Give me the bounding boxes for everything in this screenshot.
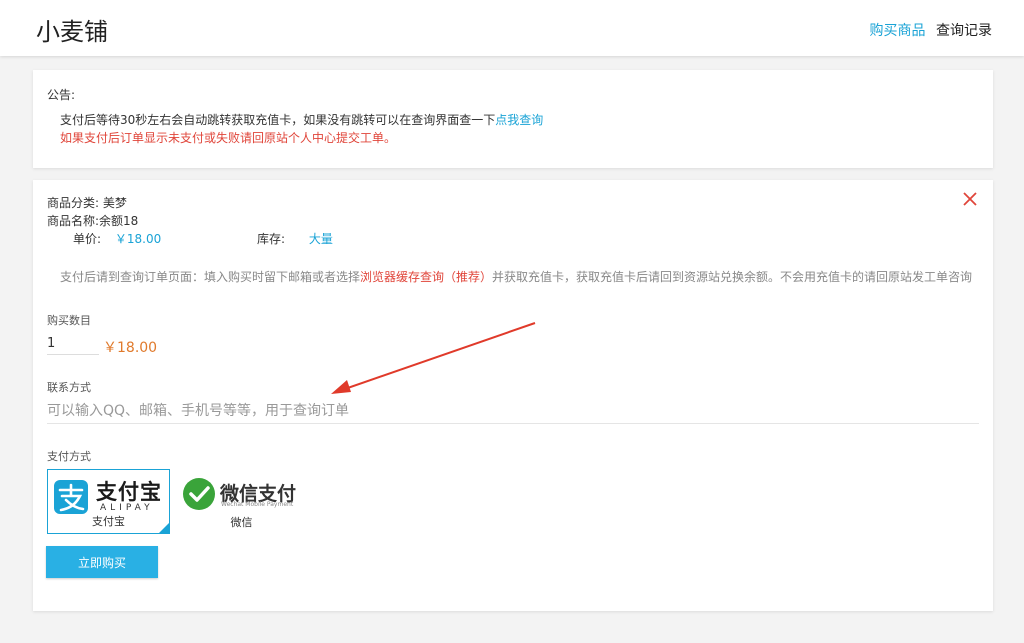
price-value: ￥18.00: [114, 232, 162, 246]
site-title[interactable]: 小麦铺: [36, 12, 108, 47]
product-name-row: 商品名称:余额18: [47, 212, 138, 229]
total-price: ￥18.00: [103, 340, 158, 356]
stock-row: 库存: 大量: [257, 230, 333, 247]
wechat-name: 微信: [230, 516, 253, 529]
selected-corner-mark: [159, 523, 169, 533]
payment-option-wechat[interactable]: 微信支付 Wechat Mobile Payment 微信: [180, 469, 303, 534]
contact-label: 联系方式: [47, 381, 91, 394]
notice-line-1: 支付后等待30秒左右会自动跳转获取充值卡，如果没有跳转可以在查询界面查一下点我查…: [60, 111, 543, 128]
notice-card: 公告: 支付后等待30秒左右会自动跳转获取充值卡，如果没有跳转可以在查询界面查一…: [33, 70, 993, 168]
payment-option-alipay[interactable]: 支付宝 ALIPAY 支付宝: [47, 469, 170, 534]
buy-now-button[interactable]: 立即购买: [46, 546, 158, 578]
stock-value: 大量: [308, 232, 333, 246]
stock-label: 库存:: [257, 232, 286, 246]
price-row: 单价: ￥18.00: [73, 230, 161, 247]
nav-links: 购买商品 查询记录: [864, 20, 992, 40]
notice-line-1-text: 支付后等待30秒左右会自动跳转获取充值卡，如果没有跳转可以在查询界面查一下: [60, 113, 496, 127]
notice-line-2: 如果支付后订单显示未支付或失败请回原站个人中心提交工单。: [60, 131, 397, 145]
notice-title: 公告:: [47, 88, 76, 102]
quantity-label: 购买数目: [47, 314, 91, 327]
nav-query-records[interactable]: 查询记录: [936, 23, 992, 39]
close-icon[interactable]: [963, 192, 979, 208]
top-navbar: 小麦铺 购买商品 查询记录: [0, 0, 1024, 56]
quantity-input[interactable]: [47, 333, 99, 355]
hint-text-2: 并获取充值卡，获取充值卡后请回到资源站兑换余额。不会用充值卡的请回原站发工单咨询: [492, 270, 973, 284]
payment-label: 支付方式: [47, 450, 91, 463]
alipay-logo-sub: ALIPAY: [100, 503, 154, 513]
nav-buy-goods[interactable]: 购买商品: [870, 23, 926, 39]
product-name-value: 余额18: [99, 214, 139, 228]
category-value: 美梦: [102, 196, 127, 210]
annotation-arrow-icon: [325, 320, 540, 404]
hint-text-1: 支付后请到查询订单页面：填入购买时留下邮箱或者选择: [60, 270, 361, 284]
product-name-label: 商品名称:: [47, 214, 100, 228]
wechat-logo-sub: Wechat Mobile Payment: [221, 501, 294, 508]
wechat-pay-logo: 微信支付 Wechat Mobile Payment: [182, 477, 296, 515]
alipay-logo-text: 支付宝: [96, 480, 162, 504]
category-row: 商品分类: 美梦: [47, 194, 127, 211]
alipay-name: 支付宝: [92, 515, 125, 528]
query-link[interactable]: 点我查询: [495, 113, 543, 127]
hint-highlight: 浏览器缓存查询（推荐）: [360, 270, 493, 284]
purchase-hint: 支付后请到查询订单页面：填入购买时留下邮箱或者选择浏览器缓存查询（推荐）并获取充…: [60, 268, 972, 285]
price-label: 单价:: [73, 232, 102, 246]
category-label: 商品分类:: [47, 196, 100, 210]
